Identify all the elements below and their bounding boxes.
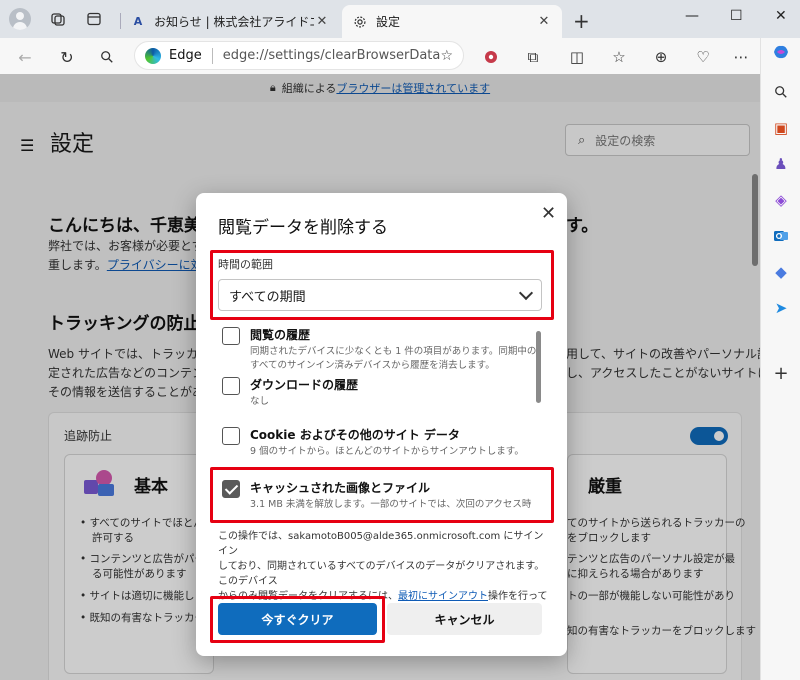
profile-avatar[interactable] — [9, 8, 31, 30]
m365-icon[interactable]: ◈ — [769, 188, 793, 212]
cancel-button[interactable]: キャンセル — [387, 603, 542, 635]
search-icon[interactable] — [769, 80, 793, 104]
dialog-title: 閲覧データを削除する — [218, 218, 388, 238]
copilot-icon[interactable] — [769, 40, 793, 64]
sync-note-line-1: この操作では、sakamotoB005@alde365.onmicrosoft.… — [218, 531, 544, 557]
option-title: ダウンロードの履歴 — [250, 378, 359, 392]
edge-sidebar: ▣ ♟ ◈ ◆ ➤ + — [760, 38, 800, 680]
option-desc-line-1: 同期されたデバイスに少なくとも 1 件の項目があります。同期中の — [250, 346, 537, 357]
chevron-down-icon — [518, 285, 534, 300]
tab-settings[interactable]: 設定 ✕ — [342, 5, 562, 38]
cached-images-checkbox[interactable] — [222, 480, 240, 498]
outlook-icon[interactable] — [769, 224, 793, 248]
new-tab-icon[interactable]: + — [573, 9, 590, 33]
option-title: キャッシュされた画像とファイル — [250, 481, 431, 495]
option-cookies[interactable]: Cookie およびその他のサイト データ 9 個のサイトから。ほとんどのサイト… — [218, 419, 528, 465]
briefcase-icon[interactable]: ▣ — [769, 116, 793, 140]
omnibox-divider — [211, 47, 213, 64]
option-cached-images[interactable]: キャッシュされた画像とファイル 3.1 MB 未満を解放します。一部のサイトでは… — [218, 472, 532, 520]
split-screen-icon[interactable]: ◫ — [566, 46, 588, 68]
minimize-icon[interactable]: — — [685, 8, 699, 24]
sign-out-link[interactable]: 最初にサインアウト — [398, 591, 488, 602]
tab-news[interactable]: A お知らせ | 株式会社アライドエンジニ ✕ — [120, 5, 340, 38]
cookies-checkbox[interactable] — [222, 427, 240, 445]
clear-browsing-data-dialog: 閲覧データを削除する ✕ 時間の範囲 すべての期間 閲覧の履歴 同期されたデバイ… — [196, 193, 567, 656]
sync-note-prefix: からのみ閲覧データをクリアするには、 — [218, 591, 398, 602]
edge-logo-icon — [145, 47, 161, 64]
back-icon[interactable]: ← — [14, 46, 36, 68]
tag-icon[interactable]: ◆ — [769, 260, 793, 284]
address-bar[interactable]: Edge edge://settings/clearBrowserData ☆ — [134, 41, 464, 70]
time-range-select[interactable]: すべての期間 — [218, 279, 542, 311]
games-icon[interactable]: ♟ — [769, 152, 793, 176]
browser-essentials-icon[interactable]: ♡ — [692, 46, 714, 68]
add-icon[interactable]: + — [769, 361, 793, 385]
tab-label: 設定 — [376, 15, 401, 29]
option-download-history[interactable]: ダウンロードの履歴 なし — [218, 369, 528, 419]
workspaces-icon[interactable] — [48, 9, 68, 29]
browsing-history-checkbox[interactable] — [222, 327, 240, 345]
list-scrollbar[interactable] — [536, 331, 541, 403]
option-desc: なし — [250, 396, 270, 407]
download-history-checkbox[interactable] — [222, 377, 240, 395]
site-label: Edge — [169, 48, 202, 63]
data-type-list: 閲覧の履歴 同期されたデバイスに少なくとも 1 件の項目があります。同期中の す… — [218, 319, 544, 521]
option-browsing-history[interactable]: 閲覧の履歴 同期されたデバイスに少なくとも 1 件の項目があります。同期中の す… — [218, 319, 536, 371]
favorites-icon[interactable]: ☆ — [608, 46, 630, 68]
time-range-value: すべての期間 — [229, 289, 306, 305]
option-desc: 9 個のサイトから。ほとんどのサイトからサインアウトします。 — [250, 446, 524, 457]
close-icon[interactable]: ✕ — [536, 14, 552, 29]
option-desc: 3.1 MB 未満を解放します。一部のサイトでは、次回のアクセス時 — [250, 499, 532, 510]
clear-now-button[interactable]: 今すぐクリア — [218, 603, 377, 635]
favorite-star-icon[interactable]: ☆ — [440, 48, 453, 64]
more-menu-icon[interactable]: ⋯ — [730, 46, 752, 68]
tab-label: お知らせ | 株式会社アライドエンジニ — [154, 15, 314, 29]
option-title: 閲覧の履歴 — [250, 328, 311, 342]
close-icon[interactable]: ✕ — [314, 14, 330, 29]
search-icon[interactable] — [96, 46, 118, 68]
collections-icon[interactable]: ⊕ — [650, 46, 672, 68]
tab-bar: A お知らせ | 株式会社アライドエンジニ ✕ 設定 ✕ + — ☐ ✕ — [0, 0, 800, 38]
send-icon[interactable]: ➤ — [769, 296, 793, 320]
window-close-icon[interactable]: ✕ — [775, 8, 787, 24]
gear-icon — [352, 14, 368, 30]
close-icon[interactable]: ✕ — [541, 203, 556, 224]
sync-note-line-2: しており、同期されているすべてのデバイスのデータがクリアされます。このデバイス — [218, 561, 545, 587]
allied-favicon-icon: A — [133, 15, 143, 28]
url-text[interactable]: edge://settings/clearBrowserData — [223, 48, 441, 63]
vertical-tabs-icon[interactable] — [84, 9, 104, 29]
toolbar: ← ↻ Edge edge://settings/clearBrowserDat… — [0, 38, 760, 74]
extensions-icon[interactable]: ⧉ — [522, 46, 544, 68]
extension-badge-icon[interactable] — [480, 46, 502, 68]
time-range-label: 時間の範囲 — [218, 258, 273, 271]
maximize-icon[interactable]: ☐ — [730, 8, 743, 24]
option-title: Cookie およびその他のサイト データ — [250, 428, 460, 442]
refresh-icon[interactable]: ↻ — [56, 46, 78, 68]
